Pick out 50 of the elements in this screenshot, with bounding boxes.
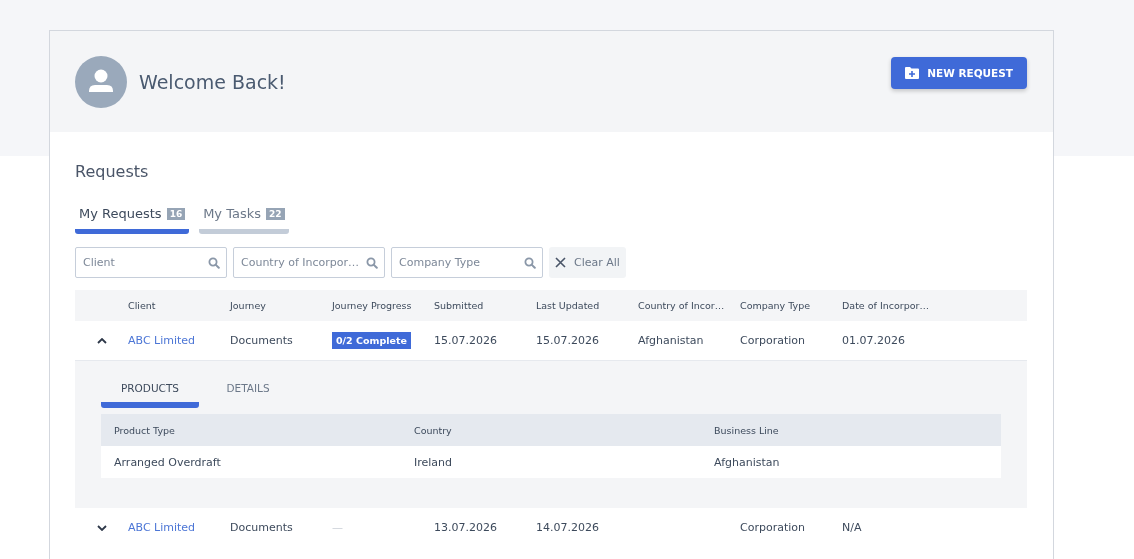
search-icon bbox=[366, 257, 378, 269]
filter-field[interactable]: Country of Incorpor… bbox=[233, 247, 385, 278]
column-header: Company Type bbox=[740, 300, 812, 311]
folder-plus-icon bbox=[905, 66, 920, 79]
column-header: Country bbox=[414, 424, 453, 436]
column-header: Last Updated bbox=[536, 300, 601, 311]
table-cell-text: Arranged Overdraft bbox=[114, 455, 222, 469]
table-cell-text: 15.07.2026 bbox=[536, 334, 600, 347]
search-icon bbox=[208, 257, 220, 269]
table-cell-text: Documents bbox=[230, 334, 294, 347]
client-link[interactable]: ABC Limited bbox=[128, 521, 230, 534]
table-cell-text: 15.07.2026 bbox=[434, 334, 498, 347]
table-cell-text: Documents bbox=[230, 521, 294, 534]
chevron-up-icon[interactable] bbox=[96, 337, 107, 344]
table-cell-text: Afghanistan bbox=[638, 334, 705, 347]
count-badge: 22 bbox=[266, 207, 285, 220]
search-icon bbox=[524, 257, 536, 269]
filter-field[interactable]: Client bbox=[75, 247, 227, 278]
column-header: Date of Incorpor… bbox=[842, 300, 930, 311]
welcome-title: Welcome Back! bbox=[139, 70, 286, 93]
table-cell-text: Afghanistan bbox=[714, 455, 781, 469]
chevron-down-icon[interactable] bbox=[96, 524, 107, 531]
table-cell-text: 14.07.2026 bbox=[536, 521, 600, 534]
column-header: Submitted bbox=[434, 300, 485, 311]
column-header: Journey Progress bbox=[332, 300, 413, 311]
table-cell-text: — bbox=[332, 521, 344, 534]
table-cell-text: 01.07.2026 bbox=[842, 334, 906, 347]
detail-tab[interactable]: PRODUCTS bbox=[101, 376, 199, 408]
column-header: Business Line bbox=[714, 424, 780, 436]
requests-tab[interactable]: My Tasks 22 bbox=[199, 206, 289, 234]
table-cell-text: Ireland bbox=[414, 455, 454, 469]
column-header: Product Type bbox=[114, 424, 176, 436]
progress-badge: 0/2 Complete bbox=[332, 332, 411, 349]
table-cell-text: Corporation bbox=[740, 521, 806, 534]
requests-tab[interactable]: My Requests 16 bbox=[75, 206, 190, 234]
requests-title: Requests bbox=[75, 162, 150, 181]
avatar-icon bbox=[75, 55, 127, 108]
new-request-button[interactable]: NEW REQUEST bbox=[891, 56, 1027, 89]
clear-all-button[interactable]: Clear All bbox=[549, 247, 626, 278]
filter-field[interactable]: Company Type bbox=[391, 247, 543, 278]
column-header: Client bbox=[128, 300, 157, 311]
table-cell-text: N/A bbox=[842, 521, 863, 534]
client-link[interactable]: ABC Limited bbox=[128, 334, 230, 347]
table-cell-text: 13.07.2026 bbox=[434, 521, 498, 534]
table-cell-text: Corporation bbox=[740, 334, 806, 347]
detail-tab[interactable]: DETAILS bbox=[199, 376, 297, 408]
column-header: Country of Incor… bbox=[638, 300, 726, 311]
count-badge: 16 bbox=[166, 207, 186, 220]
close-icon bbox=[555, 257, 566, 268]
column-header: Journey bbox=[230, 300, 267, 311]
